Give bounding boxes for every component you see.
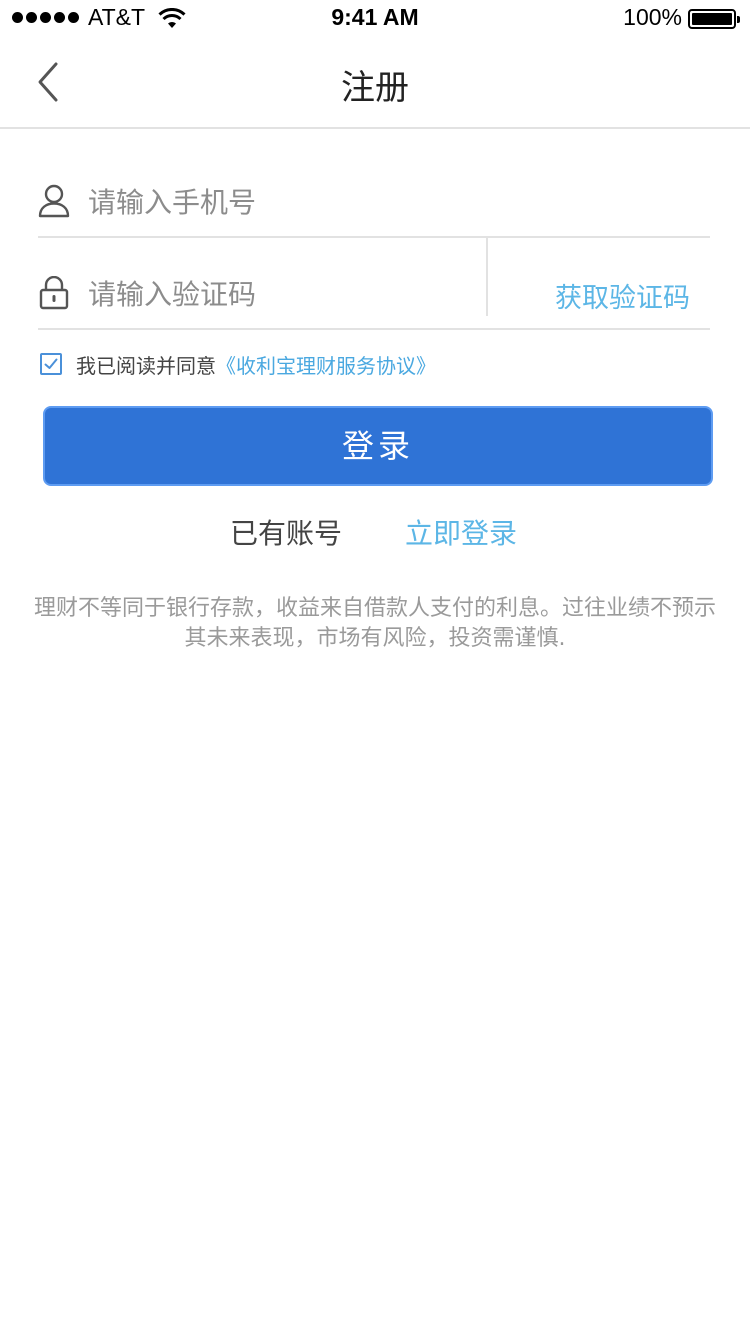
verification-code-input[interactable] <box>88 272 468 316</box>
divider <box>486 238 488 316</box>
agreement-text: 我已阅读并同意 <box>76 353 216 378</box>
get-code-button[interactable]: 获取验证码 <box>555 276 690 315</box>
login-now-link[interactable]: 立即登录 <box>405 512 517 552</box>
check-icon <box>44 358 58 369</box>
page-title: 注册 <box>341 68 409 108</box>
navigation-bar: 注册 <box>0 40 750 129</box>
agreement: 我已阅读并同意 《收利宝理财服务协议》 <box>40 350 436 379</box>
login-button[interactable]: 登录 <box>43 406 713 486</box>
phone-input[interactable] <box>88 180 688 224</box>
user-icon <box>38 184 70 218</box>
risk-disclaimer: 理财不等同于银行存款，收益来自借款人支付的利息。过往业绩不预示其未来表现，市场有… <box>33 596 716 651</box>
lock-icon <box>38 275 70 310</box>
battery-percent: 100% <box>623 4 682 30</box>
agreement-checkbox[interactable] <box>40 353 62 375</box>
verification-code-row: 获取验证码 <box>38 238 710 330</box>
status-bar: AT&T 9:41 AM 100% <box>0 0 750 40</box>
battery-icon <box>688 9 740 29</box>
phone-row <box>38 160 710 238</box>
have-account-label: 已有账号 <box>230 517 343 550</box>
agreement-link[interactable]: 《收利宝理财服务协议》 <box>216 350 436 379</box>
